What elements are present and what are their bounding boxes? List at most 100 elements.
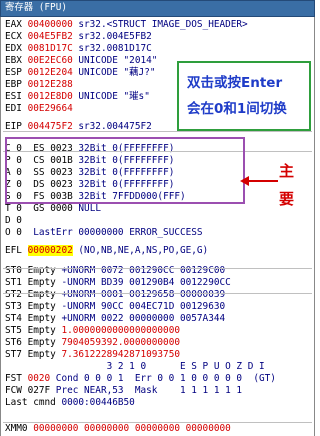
window-title: 寄存器 (FPU): [5, 2, 67, 13]
flag-bit[interactable]: 0: [16, 215, 22, 226]
flag-row[interactable]: T 0 GS 0000 NULL: [5, 203, 101, 215]
flag-name: O: [5, 227, 17, 238]
fpu-name: ST1 Empty: [5, 277, 62, 288]
fst-header: 3 2 1 0 E S P U O Z D I: [5, 361, 265, 372]
segment-info: NULL: [72, 203, 101, 214]
register-row[interactable]: EDX 0081D17C sr32.0081D17C: [5, 43, 152, 55]
flag-row[interactable]: O 0 LastErr 00000000 ERROR_SUCCESS: [5, 227, 203, 239]
separator: [3, 268, 312, 269]
register-row[interactable]: ESI 0012E8D0 UNICODE "璀s": [5, 91, 150, 103]
register-value[interactable]: 0012E8D0: [28, 91, 73, 102]
fpu-row[interactable]: ST0 Empty +UNORM 0072 001290CC 00129C00: [5, 265, 225, 277]
fpu-row[interactable]: ST6 Empty 7904059392.0000000000: [5, 337, 180, 349]
register-comment: UNICODE "藕J?": [72, 67, 156, 78]
fpu-name: ST4 Empty: [5, 313, 62, 324]
annotation-main-2: 要: [279, 190, 295, 208]
register-name: FCW: [5, 385, 28, 396]
register-row[interactable]: ECX 004E5FB2 sr32.004E5FB2: [5, 31, 152, 43]
fpu-name: ST3 Empty: [5, 301, 62, 312]
register-value[interactable]: 00000000 00000000 00000000 00000000: [33, 423, 231, 434]
register-comment: sr32.0081D17C: [72, 43, 152, 54]
fcw-row[interactable]: FCW 027F Prec NEAR,53 Mask 1 1 1 1 1 1: [5, 385, 242, 397]
annotation-main-1: 主: [279, 162, 295, 180]
register-value[interactable]: 0020: [28, 373, 51, 384]
fpu-value[interactable]: 7.3612228942871093750: [61, 349, 180, 360]
fpu-value[interactable]: +UNORM 0022 00000000 0057A344: [61, 313, 225, 324]
fst-header-row[interactable]: 3 2 1 0 E S P U O Z D I: [5, 361, 265, 373]
flags-highlight-box: [5, 137, 245, 204]
register-value[interactable]: 0012E288: [28, 79, 73, 90]
register-value[interactable]: 00000202: [27, 245, 73, 256]
register-name: EBP: [5, 79, 28, 90]
register-value[interactable]: 0012E204: [28, 67, 73, 78]
xmm0-row[interactable]: XMM0 00000000 00000000 00000000 00000000: [5, 423, 231, 435]
separator: [3, 293, 312, 294]
register-name: ECX: [5, 31, 28, 42]
annotation-line-1: 双击或按Enter: [187, 75, 283, 91]
register-value[interactable]: 00400000: [28, 19, 73, 30]
fst-detail: Cond 0 0 0 1 Err 0 0 1 0 0 0 0 0 (GT): [50, 373, 276, 384]
segment-name: GS: [21, 203, 51, 214]
last-cmnd-label: Last cmnd: [5, 397, 62, 408]
register-row[interactable]: ESP 0012E204 UNICODE "藕J?": [5, 67, 156, 79]
register-name: XMM0: [5, 423, 34, 434]
annotation-toggle-note: 双击或按Enter 会在0和1间切换: [177, 61, 311, 131]
register-comment: UNICODE "璀s": [72, 91, 150, 102]
register-row[interactable]: EBX 00E2EC60 UNICODE "2014": [5, 55, 157, 67]
register-name: EFL: [5, 245, 28, 256]
flag-row[interactable]: D 0: [5, 215, 22, 227]
register-name: EDX: [5, 43, 28, 54]
scrollbar[interactable]: [314, 17, 315, 436]
flag-name: T: [5, 203, 17, 214]
fpu-row[interactable]: ST4 Empty +UNORM 0022 00000000 0057A344: [5, 313, 225, 325]
fpu-value[interactable]: +UNORM 0072 001290CC 00129C00: [61, 265, 225, 276]
register-value[interactable]: 027F: [28, 385, 51, 396]
fpu-value[interactable]: -UNORM BD39 001290B4 0012290CC: [61, 277, 230, 288]
annotation-line-2: 会在0和1间切换: [187, 101, 287, 117]
register-name: ESI: [5, 91, 28, 102]
fpu-row[interactable]: ST5 Empty 1.0000000000000000000: [5, 325, 180, 337]
register-value[interactable]: 00E2EC60: [28, 55, 73, 66]
register-value[interactable]: 0081D17C: [28, 43, 73, 54]
fpu-row[interactable]: ST7 Empty 7.3612228942871093750: [5, 349, 180, 361]
fpu-name: ST7 Empty: [5, 349, 62, 360]
fpu-value[interactable]: 7904059392.0000000000: [61, 337, 180, 348]
flag-name: D: [5, 215, 17, 226]
register-row[interactable]: EDI 00E29664: [5, 103, 78, 115]
register-name: ESP: [5, 67, 28, 78]
fpu-row[interactable]: ST2 Empty +UNORM 0001 00129658 00000039: [5, 289, 225, 301]
register-name: EAX: [5, 19, 28, 30]
separator: [3, 422, 312, 423]
register-row[interactable]: EBP 0012E288: [5, 79, 78, 91]
register-comment: [73, 103, 79, 114]
fpu-row[interactable]: ST3 Empty -UNORM 90CC 004EC71D 00129630: [5, 301, 225, 313]
register-value[interactable]: 004E5FB2: [28, 31, 73, 42]
last-cmnd-value[interactable]: 0000:00446B50: [61, 397, 134, 408]
fpu-row[interactable]: ST1 Empty -UNORM BD39 001290B4 0012290CC: [5, 277, 231, 289]
segment-selector[interactable]: 0000: [50, 203, 73, 214]
fpu-name: ST6 Empty: [5, 337, 62, 348]
register-comment: (NO,NB,NE,A,NS,PO,GE,G): [72, 245, 209, 256]
register-comment: sr32.004E5FB2: [72, 31, 152, 42]
register-name: EBX: [5, 55, 28, 66]
register-name: FST: [5, 373, 28, 384]
lasterr-info: LastErr 00000000 ERROR_SUCCESS: [21, 227, 203, 238]
register-row[interactable]: EAX 00400000 sr32.<STRUCT IMAGE_DOS_HEAD…: [5, 19, 248, 31]
fpu-value[interactable]: -UNORM 90CC 004EC71D 00129630: [61, 301, 225, 312]
register-name: EDI: [5, 103, 28, 114]
arrow-icon: [240, 176, 278, 186]
fpu-value[interactable]: 1.0000000000000000000: [61, 325, 180, 336]
fpu-name: ST2 Empty: [5, 289, 62, 300]
register-comment: UNICODE "2014": [72, 55, 158, 66]
fcw-detail: Prec NEAR,53 Mask 1 1 1 1 1 1: [50, 385, 243, 396]
register-value[interactable]: 00E29664: [28, 103, 73, 114]
last-cmnd-row[interactable]: Last cmnd 0000:00446B50: [5, 397, 135, 409]
register-comment: sr32.<STRUCT IMAGE_DOS_HEADER>: [72, 19, 248, 30]
fst-row[interactable]: FST 0020 Cond 0 0 0 1 Err 0 0 1 0 0 0 0 …: [5, 373, 276, 385]
fpu-name: ST5 Empty: [5, 325, 62, 336]
fpu-value[interactable]: +UNORM 0001 00129658 00000039: [61, 289, 225, 300]
register-comment: [73, 79, 79, 90]
window-titlebar[interactable]: 寄存器 (FPU): [0, 0, 315, 17]
efl-row[interactable]: EFL 00000202 (NO,NB,NE,A,NS,PO,GE,G): [5, 245, 208, 257]
fpu-name: ST0 Empty: [5, 265, 62, 276]
